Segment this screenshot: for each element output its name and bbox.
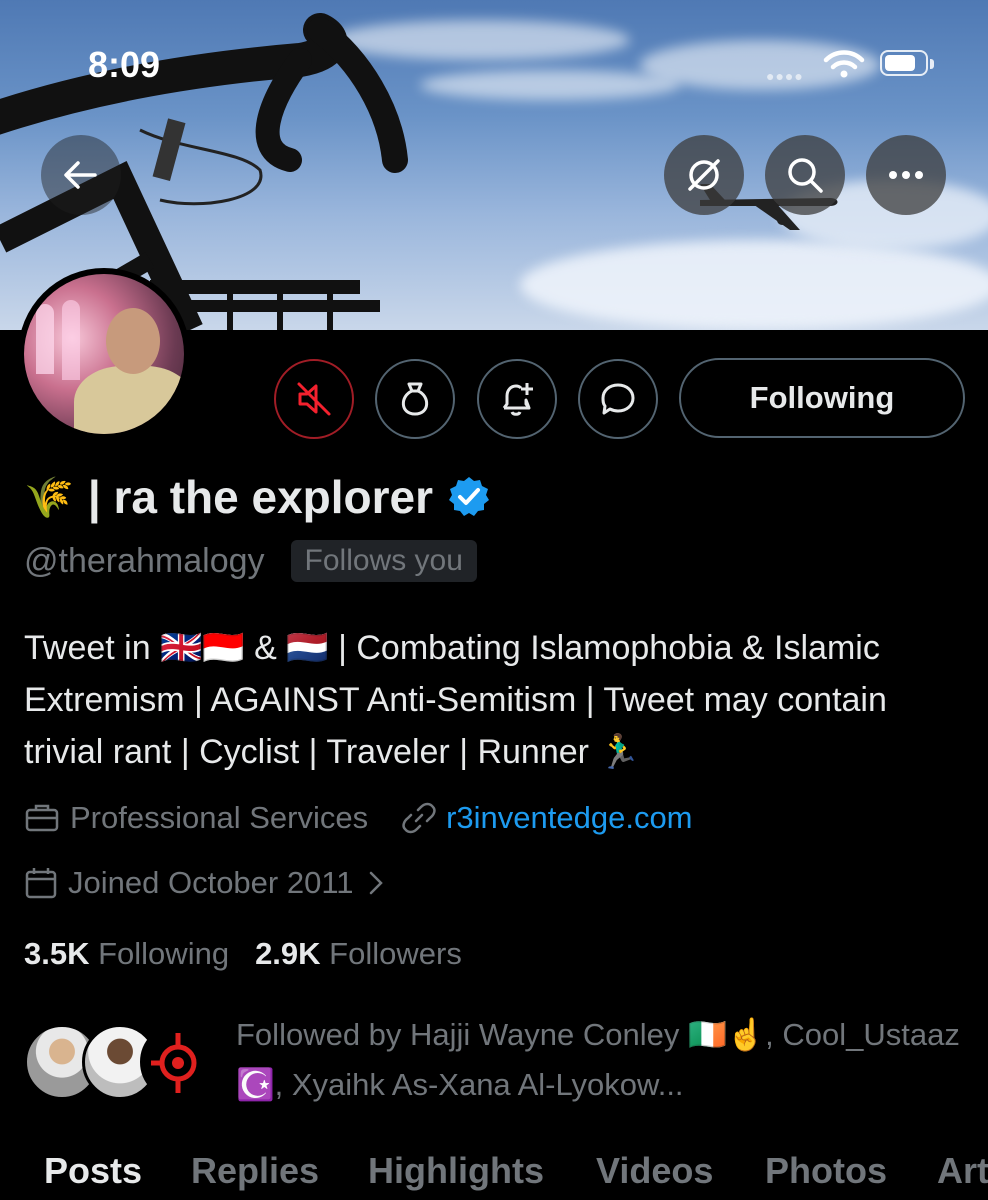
search-button[interactable] — [765, 135, 845, 215]
following-button[interactable]: Following — [679, 358, 965, 438]
status-bar: 8:09 ●●●● — [0, 0, 988, 120]
profile-category: Professional Services — [70, 800, 369, 835]
handle-row: @therahmalogy Follows you — [24, 540, 477, 582]
chat-bubble-icon — [601, 383, 635, 415]
avatar-detail — [62, 300, 80, 380]
profile-tabs: Posts Replies Highlights Videos Photos A… — [0, 1150, 988, 1200]
follower-avatar — [140, 1024, 216, 1100]
avatar-detail — [74, 366, 184, 434]
following-label: Following — [98, 936, 230, 971]
more-button[interactable] — [866, 135, 946, 215]
bio: Tweet in 🇬🇧🇮🇩 & 🇳🇱 | Combating Islamopho… — [24, 629, 887, 771]
meta-joined-row[interactable]: Joined October 2011 — [24, 865, 394, 901]
eye-slash-icon — [688, 159, 720, 191]
followers-label: Followers — [329, 936, 462, 971]
status-time: 8:09 — [88, 44, 161, 85]
tab-posts[interactable]: Posts — [44, 1150, 142, 1192]
money-bag-icon — [401, 382, 429, 416]
avatar-detail — [36, 304, 54, 374]
display-name: | ra the explorer — [87, 471, 434, 523]
arrow-left-icon — [64, 161, 97, 189]
follows-you-badge: Follows you — [290, 540, 477, 582]
joined-date: Joined October 2011 — [68, 865, 354, 900]
message-button[interactable] — [578, 359, 658, 439]
avatar-detail — [106, 308, 160, 374]
tab-replies[interactable]: Replies — [191, 1150, 319, 1192]
avatar-image — [24, 274, 184, 434]
tab-photos[interactable]: Photos — [765, 1150, 887, 1192]
tab-videos[interactable]: Videos — [596, 1150, 713, 1192]
tab-art[interactable]: Art — [937, 1150, 988, 1192]
subscribe-button[interactable] — [375, 359, 455, 439]
tab-highlights[interactable]: Highlights — [368, 1150, 544, 1192]
back-button[interactable] — [41, 135, 121, 215]
handle: @therahmalogy — [24, 541, 265, 580]
calendar-icon — [24, 866, 58, 900]
follow-stats: 3.5K Following 2.9K Followers — [24, 936, 462, 972]
profile-name-row: 🌾 | ra the explorer — [24, 470, 491, 524]
battery-icon — [880, 50, 934, 76]
search-icon — [788, 158, 823, 193]
name-emoji: 🌾 — [24, 475, 74, 520]
link-icon — [402, 801, 436, 835]
followed-by-text: Followed by Hajji Wayne Conley 🇮🇪☝️, Coo… — [236, 1017, 960, 1102]
followers-stat[interactable]: 2.9K Followers — [255, 936, 462, 972]
mute-icon — [297, 382, 331, 416]
followed-by-section[interactable]: Followed by Hajji Wayne Conley 🇮🇪☝️, Coo… — [24, 1010, 984, 1110]
mute-button[interactable] — [274, 359, 354, 439]
briefcase-icon — [24, 802, 60, 834]
chevron-right-icon — [368, 870, 384, 896]
meta-category-row: Professional Services r3inventedge.com — [24, 800, 693, 836]
following-count: 3.5K — [24, 936, 90, 971]
hide-recommendations-button[interactable] — [664, 135, 744, 215]
signal-icon: ●●●● — [766, 68, 804, 84]
avatar[interactable] — [18, 268, 190, 440]
wifi-icon — [823, 50, 865, 78]
verified-badge-icon[interactable] — [447, 475, 491, 519]
bell-plus-icon — [502, 383, 533, 416]
website-link[interactable]: r3inventedge.com — [446, 800, 692, 836]
followers-count: 2.9K — [255, 936, 321, 971]
following-stat[interactable]: 3.5K Following — [24, 936, 229, 972]
notifications-button[interactable] — [477, 359, 557, 439]
more-icon — [889, 171, 923, 179]
